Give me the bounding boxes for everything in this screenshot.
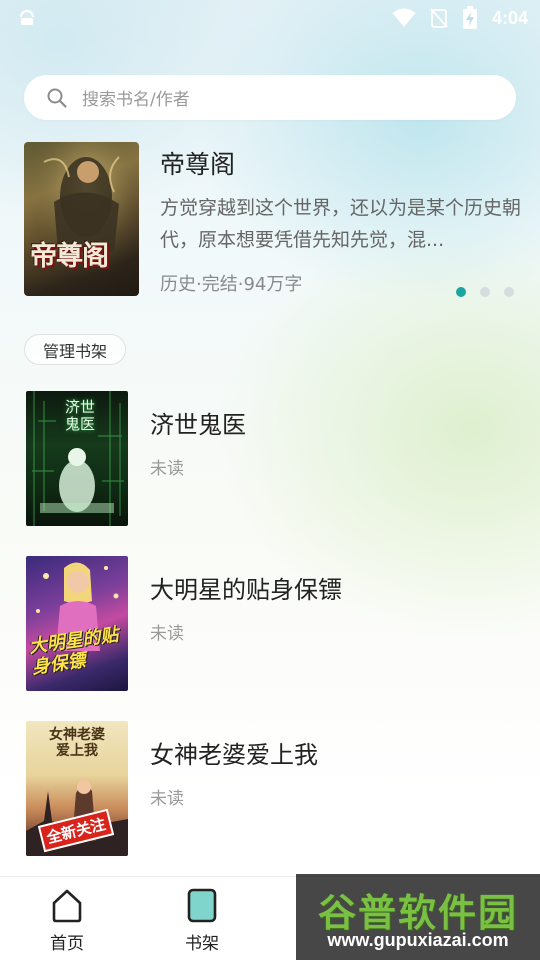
featured-book-card[interactable]: 帝尊阁 帝尊阁 方觉穿越到这个世界，还以为是某个历史朝代，原本想要凭借先知先觉，… — [24, 142, 524, 298]
status-time: 4:04 — [491, 7, 528, 28]
no-signal-icon — [430, 8, 448, 28]
featured-book-meta: 历史·完结·94万字 — [160, 274, 303, 295]
status-bar: 4:04 — [0, 0, 540, 36]
carousel-indicator — [456, 287, 514, 297]
book-cover[interactable]: 济世鬼医 — [26, 391, 128, 526]
watermark-url: www.gupuxiazai.com — [327, 930, 509, 950]
book-read-status: 未读 — [150, 624, 184, 644]
search-icon — [47, 88, 67, 108]
search-placeholder: 搜索书名/作者 — [82, 90, 190, 110]
book-cover[interactable]: 女神老婆爱上我 全新关注 — [26, 721, 128, 856]
book-title[interactable]: 女神老婆爱上我 — [150, 735, 318, 770]
home-icon — [52, 889, 82, 923]
nav-item-bookshelf[interactable]: 书架 — [157, 887, 247, 954]
watermark-title: 谷普软件园 — [317, 891, 518, 935]
nav-item-home[interactable]: 首页 — [22, 887, 112, 954]
book-read-status: 未读 — [150, 789, 184, 809]
book-title[interactable]: 大明星的贴身保镖 — [150, 570, 342, 605]
bookshelf-icon — [187, 888, 217, 923]
carousel-dot — [480, 287, 490, 297]
list-item[interactable]: 大明星的贴身保镖 大明星的贴身保镖 未读 — [26, 556, 516, 691]
manage-shelf-button[interactable]: 管理书架 — [24, 334, 126, 365]
search-input[interactable]: 搜索书名/作者 — [24, 75, 516, 120]
android-icon — [19, 9, 35, 25]
featured-book-description: 方觉穿越到这个世界，还以为是某个历史朝代，原本想要凭借先知先觉，混... — [160, 197, 522, 251]
watermark-logo: 谷普软件园 www.gupuxiazai.com — [296, 874, 540, 960]
list-item[interactable]: 济世鬼医 济世鬼医 未读 — [26, 391, 516, 526]
book-read-status: 未读 — [150, 459, 184, 479]
battery-charging-icon — [462, 6, 477, 29]
featured-book-title[interactable]: 帝尊阁 — [160, 145, 235, 181]
list-item[interactable]: 女神老婆爱上我 全新关注 女神老婆爱上我 未读 — [26, 721, 516, 856]
carousel-dot — [456, 287, 466, 297]
featured-book-cover[interactable]: 帝尊阁 — [24, 142, 139, 296]
nav-label-home: 首页 — [50, 934, 84, 954]
book-cover[interactable]: 大明星的贴身保镖 — [26, 556, 128, 691]
nav-label-bookshelf: 书架 — [185, 934, 219, 954]
book-cover-title: 女神老婆爱上我 — [49, 727, 105, 759]
wifi-icon — [392, 8, 416, 27]
book-title[interactable]: 济世鬼医 — [150, 405, 246, 440]
status-right-group: 4:04 — [392, 6, 528, 30]
book-cover-title: 济世鬼医 — [64, 398, 95, 433]
carousel-dot — [504, 287, 514, 297]
featured-cover-title: 帝尊阁 — [30, 241, 109, 272]
